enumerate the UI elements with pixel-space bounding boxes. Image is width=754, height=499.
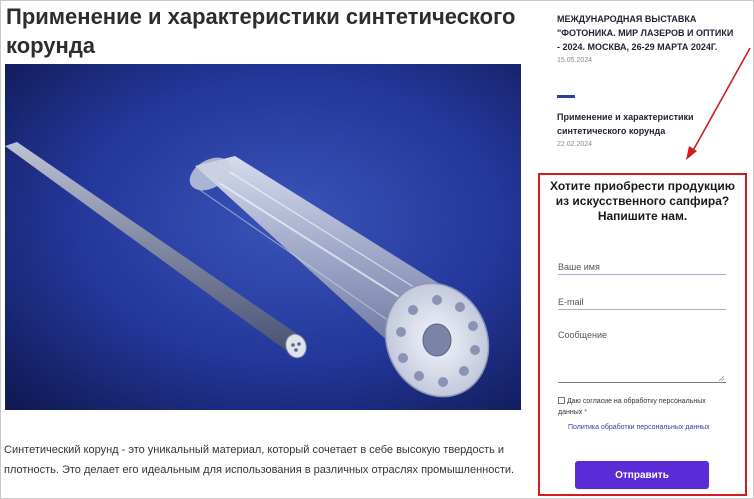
submit-button[interactable]: Отправить [575,461,709,489]
checkbox-icon[interactable] [558,397,565,404]
form-heading: Хотите приобрести продукцию из искусстве… [549,179,735,223]
article-title: Применение и характеристики синтетическо… [6,4,516,58]
required-mark: * [584,409,587,416]
contact-form: Хотите приобрести продукцию из искусстве… [538,173,747,496]
name-input[interactable] [558,259,726,275]
article-intro: Синтетический корунд - это уникальный ма… [4,444,515,476]
news-divider [557,95,575,98]
message-textarea[interactable] [558,327,726,383]
red-arrow-icon [686,47,751,160]
privacy-policy-link[interactable]: Политика обработки персональных данных [568,422,718,433]
email-input[interactable] [558,294,726,310]
consent-label: Даю согласие на обработку персональных д… [558,398,706,416]
hero-image-sapphire-tubes [5,64,521,410]
consent-row: Даю согласие на обработку персональных д… [558,396,718,418]
